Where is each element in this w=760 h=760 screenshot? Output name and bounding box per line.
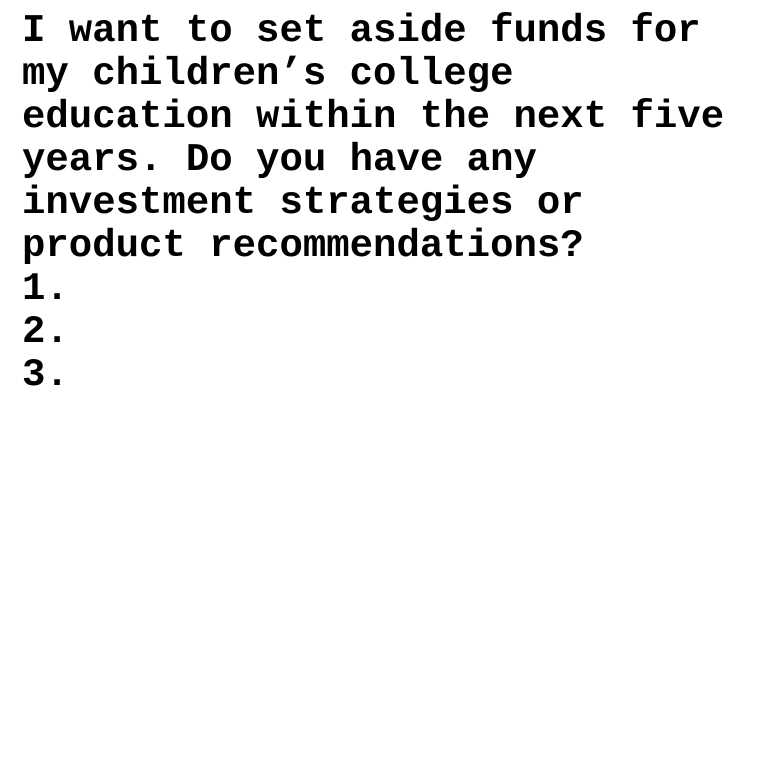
- prompt-line: I want to set aside funds for: [22, 9, 701, 53]
- list-item-number: 2.: [22, 310, 69, 354]
- list-item-number: 3.: [22, 353, 69, 397]
- prompt-line: product recommendations?: [22, 224, 584, 268]
- list-item-number: 1.: [22, 267, 69, 311]
- prompt-line: my children’s college: [22, 52, 514, 96]
- prompt-line: years. Do you have any: [22, 138, 537, 182]
- document-text: I want to set aside funds for my childre…: [22, 10, 752, 397]
- prompt-line: investment strategies or: [22, 181, 584, 225]
- prompt-line: education within the next five: [22, 95, 725, 139]
